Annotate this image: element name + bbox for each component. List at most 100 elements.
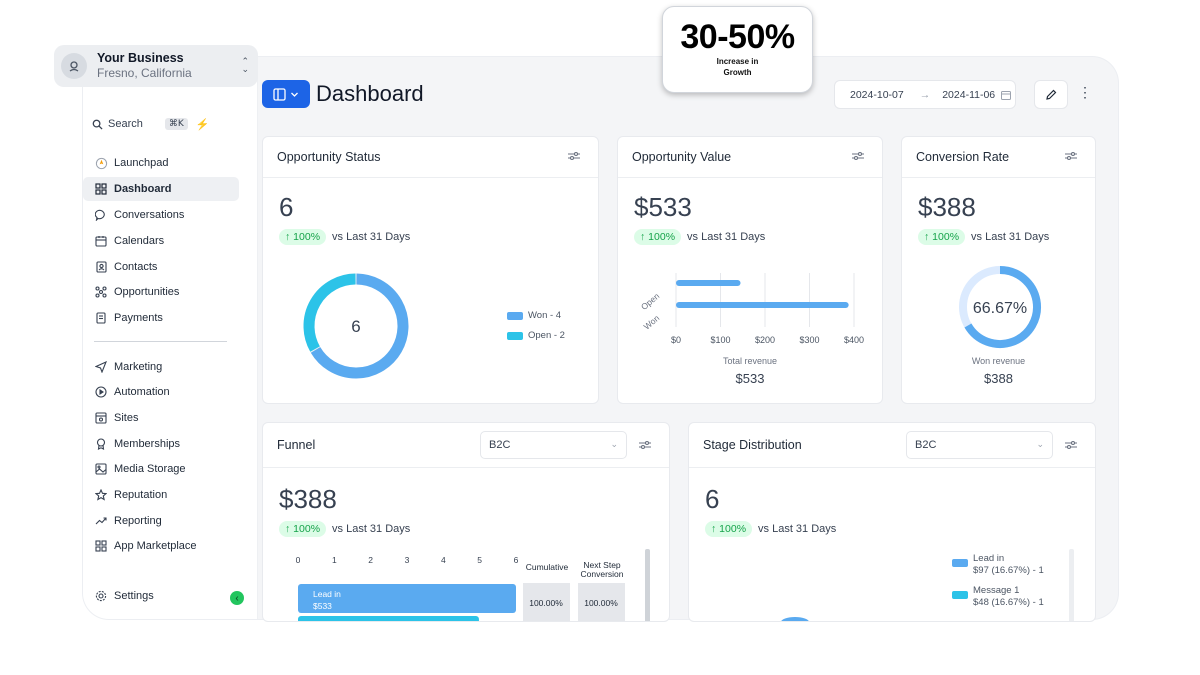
sidebar-item-label: Reporting — [114, 515, 162, 527]
sites-icon — [94, 411, 108, 425]
layout-toggle-button[interactable] — [262, 80, 310, 108]
collapse-sidebar-button[interactable]: ‹ — [230, 591, 244, 605]
search-bar[interactable]: Search ⌘K ⚡ — [88, 114, 235, 134]
col-next-header-line2: Conversion — [581, 569, 624, 579]
legend-swatch — [952, 591, 968, 599]
funnel-chart: 0123456 Lead in $533 Cumulative Next Ste… — [296, 549, 650, 622]
gear-icon — [94, 589, 108, 603]
card-opportunity-status: Opportunity Status 6 ↑ 100% vs Last 31 D… — [262, 136, 599, 404]
funnel-tick-label: 0 — [296, 555, 301, 565]
date-range-picker[interactable]: 2024-10-07 → 2024-11-06 — [834, 80, 1016, 109]
sidebar-item-label: Opportunities — [114, 286, 180, 298]
sidebar-item-conversations[interactable]: Conversations — [83, 203, 239, 227]
card-funnel: Funnel B2C ⌄ $388 ↑ 100% vs Last 31 Days… — [262, 422, 670, 622]
sidebar-item-label: Dashboard — [114, 183, 172, 195]
sidebar-item-label: Media Storage — [114, 463, 186, 475]
account-name: Your Business — [97, 51, 184, 65]
footer-value: $533 — [735, 371, 765, 386]
calendar-icon — [94, 234, 108, 248]
bar-chart: Open Won $0 $100 $200 $300 $400 — [639, 273, 864, 345]
pipeline-select[interactable]: B2C ⌄ — [480, 431, 627, 459]
sidebar-item-payments[interactable]: Payments — [83, 306, 239, 330]
sidebar-item-reporting[interactable]: Reporting — [83, 509, 239, 533]
bar-won — [676, 302, 849, 308]
bar-label-open: Open — [639, 291, 662, 312]
filter-settings-icon[interactable] — [1065, 440, 1077, 450]
funnel-tick-label: 6 — [514, 555, 519, 565]
card-title: Funnel — [277, 438, 316, 452]
metric-value: $388 — [918, 192, 976, 222]
bar-open — [676, 280, 741, 286]
change-value: 100% — [719, 523, 747, 535]
sidebar-item-media-storage[interactable]: Media Storage — [83, 457, 239, 481]
sidebar-item-marketing[interactable]: Marketing — [83, 355, 239, 379]
bolt-icon[interactable]: ⚡ — [196, 118, 210, 131]
change-pill: ↑ 100% — [279, 229, 327, 245]
bar-label-won: Won — [642, 313, 662, 332]
select-value: B2C — [489, 439, 511, 451]
legend-label: Won - 4 — [528, 310, 562, 321]
callout-value: 30-50% — [680, 18, 795, 56]
sidebar-item-app-marketplace[interactable]: App Marketplace — [83, 534, 239, 558]
sidebar-item-calendars[interactable]: Calendars — [83, 229, 239, 253]
change-value: 100% — [293, 523, 321, 535]
funnel-tick-label: 3 — [405, 555, 410, 565]
calendar-icon — [1001, 90, 1012, 100]
sidebar-item-reputation[interactable]: Reputation — [83, 483, 239, 507]
change-pill: ↑ 100% — [705, 521, 753, 537]
scrollbar[interactable] — [645, 549, 650, 622]
filter-settings-icon[interactable] — [568, 151, 580, 161]
donut-center-value: 6 — [351, 317, 360, 336]
gauge-value: 66.67% — [973, 300, 1027, 317]
sidebar-item-label: Calendars — [114, 235, 165, 247]
sidebar-item-memberships[interactable]: Memberships — [83, 432, 239, 456]
opportunities-icon — [94, 285, 108, 299]
comparison-text: vs Last 31 Days — [332, 231, 411, 243]
scrollbar[interactable] — [1069, 549, 1074, 621]
sidebar-item-launchpad[interactable]: Launchpad — [83, 151, 239, 175]
sidebar-item-label: Sites — [114, 412, 139, 424]
sidebar-item-opportunities[interactable]: Opportunities — [83, 280, 239, 304]
card-title: Conversion Rate — [916, 150, 1010, 164]
pie-chart-peek — [781, 617, 809, 621]
legend-name: Lead in — [973, 553, 1005, 564]
legend-item-open: Open - 2 — [507, 330, 565, 341]
card-opportunity-value: Opportunity Value $533 ↑ 100% vs Last 31… — [617, 136, 883, 404]
card-title: Stage Distribution — [703, 438, 802, 452]
image-icon — [94, 462, 108, 476]
select-value: B2C — [915, 439, 937, 451]
legend-text: Lead in $97 (16.67%) - 1 — [973, 553, 1044, 577]
edit-dashboard-button[interactable] — [1034, 80, 1068, 109]
legend-text: Message 1 $48 (16.67%) - 1 — [973, 585, 1044, 609]
rocket-icon — [94, 156, 108, 170]
sidebar-divider — [94, 341, 227, 342]
sidebar-item-label: Launchpad — [114, 157, 169, 169]
sidebar-item-dashboard[interactable]: Dashboard — [83, 177, 239, 201]
funnel-tick-label: 4 — [441, 555, 446, 565]
pipeline-select[interactable]: B2C ⌄ — [906, 431, 1053, 459]
more-options-icon[interactable]: ⋮ — [1078, 84, 1092, 101]
sidebar-item-label: Settings — [114, 590, 154, 602]
sidebar-item-sites[interactable]: Sites — [83, 406, 239, 430]
sidebar-item-automation[interactable]: Automation — [83, 380, 239, 404]
growth-callout: 30-50% Increase in Growth — [662, 6, 813, 93]
callout-line1: Increase in — [716, 57, 759, 66]
sidebar-item-settings[interactable]: Settings — [83, 584, 239, 608]
chat-icon — [94, 208, 108, 222]
change-badge: ↑ 100% vs Last 31 Days — [705, 521, 836, 537]
funnel-row-label: Lead in — [313, 589, 341, 599]
sidebar-item-label: Payments — [114, 312, 163, 324]
legend-swatch — [507, 311, 523, 320]
automation-icon — [94, 385, 108, 399]
pencil-icon — [1046, 89, 1057, 100]
funnel-tick-label: 2 — [368, 555, 373, 565]
account-switcher[interactable]: Your Business Fresno, California ⌃ ⌄ — [54, 45, 258, 87]
x-tick-label: $0 — [671, 335, 681, 345]
sidebar-item-contacts[interactable]: Contacts — [83, 255, 239, 279]
filter-settings-icon[interactable] — [1065, 151, 1077, 161]
location-pin-icon — [61, 53, 87, 79]
filter-settings-icon[interactable] — [852, 151, 864, 161]
filter-settings-icon[interactable] — [639, 440, 651, 450]
card-title: Opportunity Status — [277, 150, 381, 164]
change-badge: ↑ 100% vs Last 31 Days — [279, 229, 410, 245]
